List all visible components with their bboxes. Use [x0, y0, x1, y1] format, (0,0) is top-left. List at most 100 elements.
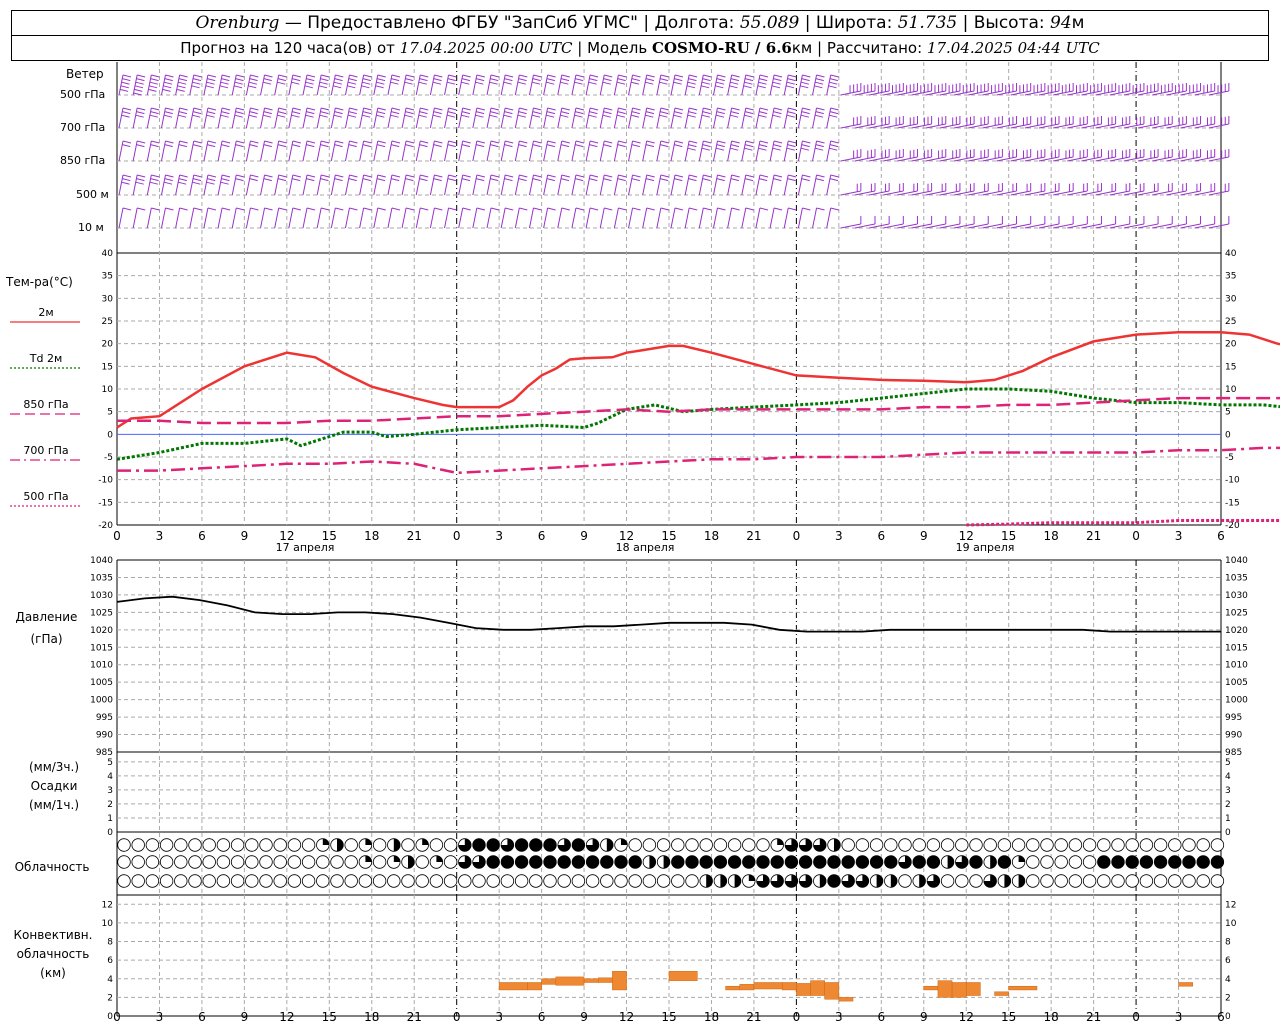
wind-barb-flag: [448, 140, 457, 144]
wind-barb-flag: [319, 114, 328, 118]
wind-barb-flag: [234, 81, 243, 85]
wind-barb-flag: [162, 88, 171, 92]
cloud-symbol: [898, 874, 912, 888]
temp-ytick: 30: [1225, 294, 1237, 304]
wind-barb-staff: [628, 107, 634, 129]
convective-bar: [725, 985, 741, 991]
wind-barb-staff: [429, 74, 435, 96]
wind-barb-staff: [613, 174, 619, 196]
wind-barb-flag: [546, 178, 556, 182]
cloud-symbol: [117, 855, 131, 869]
wind-barb-flag: [362, 81, 371, 85]
wind-barb-flag: [505, 174, 514, 178]
wind-barb-staff: [769, 174, 775, 196]
wind-barb-flag: [448, 107, 457, 111]
wind-barb-flag: [220, 114, 229, 118]
cloud-symbol: [1082, 874, 1097, 888]
wind-barb-flag: [745, 107, 754, 111]
wind-barb-flag: [264, 74, 273, 78]
wind-barb-flag: [660, 111, 669, 115]
cloud-symbol: [358, 874, 373, 888]
wind-barb-flag: [434, 207, 443, 211]
wind-barb-staff: [288, 174, 294, 196]
wind-barb-flag: [348, 111, 357, 115]
wind-barb-flag: [759, 74, 769, 78]
wind-barb-flag: [150, 111, 159, 115]
wind-barb-flag: [588, 114, 597, 118]
wind-barb-flag: [589, 178, 598, 182]
cloud-symbol: [245, 874, 259, 888]
wind-barb-staff: [585, 207, 591, 229]
x-tick-label: 12: [619, 1010, 634, 1024]
wind-barb-flag: [703, 107, 712, 111]
wind-barb-flag: [150, 144, 159, 148]
wind-barb-flag: [137, 107, 146, 111]
wind-barb-flag: [660, 78, 669, 82]
wind-barb-flag: [701, 81, 710, 85]
wind-barb-staff: [245, 207, 251, 229]
wind-barb-flag: [121, 81, 130, 85]
x-tick-label: 12: [959, 1010, 974, 1024]
wind-barb-flag: [788, 174, 797, 178]
wind-barb-flag: [730, 114, 739, 118]
wind-barb-staff: [472, 140, 478, 162]
wind-barb-flag: [829, 178, 839, 182]
x-tick-label: 12: [959, 529, 974, 543]
wind-barb-staff: [203, 207, 209, 229]
cloud-symbol: [1111, 874, 1125, 888]
wind-barb-flag: [688, 178, 697, 182]
pres-ytick: 985: [1225, 748, 1242, 758]
cloud-symbol-fill: [422, 838, 429, 845]
wind-barb-staff: [160, 174, 166, 196]
wind-barb-staff: [684, 207, 690, 229]
wind-barb-flag: [178, 178, 188, 182]
wind-barb-staff: [797, 140, 803, 162]
wind-barb-flag: [660, 107, 669, 111]
wind-barb-flag: [745, 74, 754, 78]
wind-barb-flag: [476, 178, 485, 182]
wind-barb-flag: [263, 144, 272, 148]
wind-barb-flag: [335, 107, 344, 111]
wind-barb-flag: [304, 85, 313, 89]
wind-barb-staff: [486, 107, 492, 129]
wind-barb-staff: [812, 174, 818, 196]
wind-barb-flag: [178, 181, 187, 185]
wind-barb-staff: [557, 107, 563, 129]
temp-ytick: 15: [1225, 362, 1236, 372]
precip-ytick: 2: [107, 800, 113, 810]
wind-barb-flag: [179, 107, 188, 111]
cloud-symbol: [458, 874, 472, 888]
wind-barb-staff: [288, 107, 294, 129]
wind-barb-staff: [472, 107, 478, 129]
conv-ytick: 6: [1225, 956, 1231, 966]
pres-ytick: 1005: [90, 678, 113, 688]
wind-barb-flag: [617, 178, 626, 182]
wind-barb-flag: [163, 85, 172, 89]
wind-barb-flag: [207, 111, 216, 115]
cloud-symbol-fill: [827, 855, 841, 869]
wind-barb-flag: [192, 114, 201, 118]
wind-barb-staff: [302, 74, 308, 96]
wind-barb-staff: [585, 140, 591, 162]
wind-barb-flag: [630, 114, 640, 118]
wind-barb-staff: [642, 140, 648, 162]
wind-barb-flag: [773, 74, 783, 78]
cloud-symbol: [969, 874, 983, 888]
wind-barb-staff: [543, 140, 549, 162]
wind-barb-flag: [660, 74, 669, 78]
wind-barb-flag: [731, 174, 740, 178]
wind-barb-flag: [461, 78, 471, 82]
wind-barb-flag: [519, 74, 528, 78]
cloud-symbol: [472, 874, 486, 888]
wind-barb-flag: [348, 144, 357, 148]
wind-barb-staff: [118, 174, 124, 196]
wind-barb-staff: [769, 207, 775, 229]
wind-barb-staff: [429, 207, 435, 229]
wind-barb-flag: [730, 144, 740, 148]
wind-barb-staff: [217, 174, 223, 196]
wind-barb-staff: [458, 174, 464, 196]
temp-series-line: [117, 446, 1280, 475]
wind-barb-flag: [178, 78, 188, 82]
convective-bar: [781, 982, 797, 991]
cloud-symbol: [614, 874, 628, 888]
